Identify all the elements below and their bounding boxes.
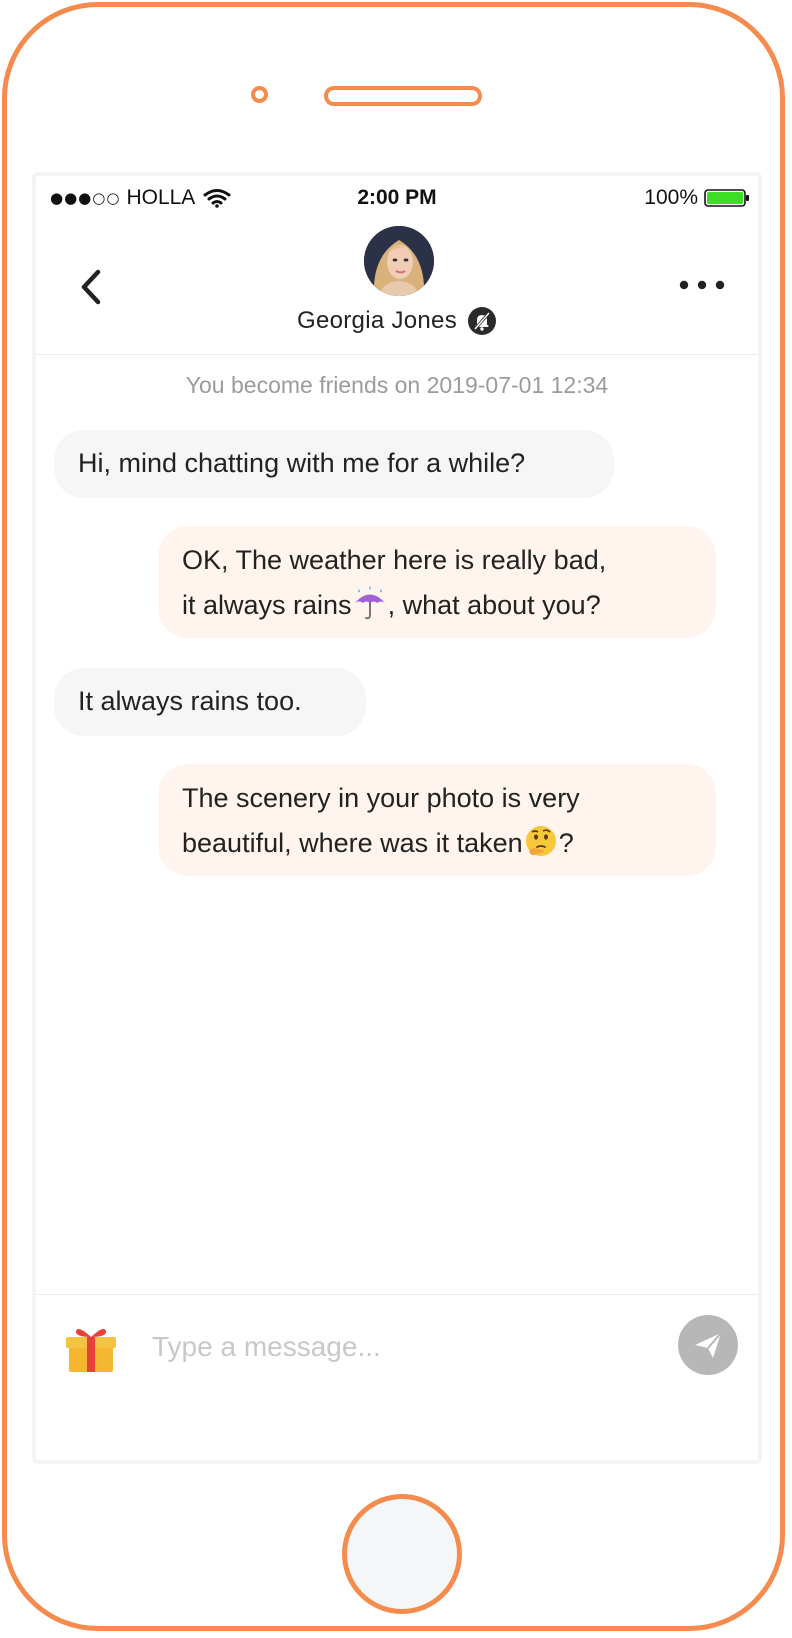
message-text: , what about you? (387, 590, 601, 620)
bell-muted-icon (468, 307, 496, 335)
contact-name: Georgia Jones (297, 307, 457, 334)
thinking-face-icon (523, 824, 559, 860)
message-outgoing[interactable]: The scenery in your photo is very beauti… (158, 764, 716, 876)
front-camera (251, 86, 268, 103)
message-incoming[interactable]: Hi, mind chatting with me for a while? (54, 430, 614, 498)
status-bar: ●●●○○ HOLLA 2:00 PM 100% (36, 176, 758, 218)
friendship-notice: You become friends on 2019-07-01 12:34 (185, 372, 609, 398)
umbrella-rain-icon (352, 585, 388, 622)
avatar-portrait (364, 226, 434, 296)
earpiece-speaker (324, 86, 482, 106)
message-composer (36, 1294, 758, 1460)
message-text: beautiful, where was it taken (182, 828, 523, 858)
message-text: it always rains (182, 590, 352, 620)
chevron-left-icon[interactable] (72, 262, 112, 312)
message-text: Hi, mind chatting with me for a while? (78, 448, 526, 478)
message-line: it always rains , what about you? (182, 583, 692, 628)
message-text: ? (558, 828, 574, 858)
avatar[interactable] (364, 226, 434, 296)
message-line: OK, The weather here is really bad, (182, 545, 607, 575)
message-incoming[interactable]: It always rains too. (54, 668, 366, 736)
contact-name-row: Georgia Jones (36, 306, 758, 336)
chat-header: Georgia Jones (36, 218, 758, 355)
message-text: It always rains too. (78, 686, 302, 716)
battery-percent: 100% (644, 186, 698, 209)
home-button[interactable] (342, 1494, 462, 1614)
message-outgoing[interactable]: OK, The weather here is really bad, it a… (158, 526, 716, 638)
message-input[interactable] (152, 1319, 622, 1375)
message-line: beautiful, where was it taken ? (182, 821, 692, 866)
battery-icon (704, 189, 749, 207)
chat-screen: ●●●○○ HOLLA 2:00 PM 100% Georgia Jones Y… (32, 172, 762, 1464)
send-button[interactable] (678, 1315, 738, 1375)
message-line: The scenery in your photo is very (182, 783, 580, 813)
more-dots-icon[interactable] (674, 270, 730, 300)
gift-icon[interactable] (64, 1323, 118, 1373)
paper-plane-icon (695, 1332, 722, 1358)
status-right: 100% (644, 186, 750, 210)
